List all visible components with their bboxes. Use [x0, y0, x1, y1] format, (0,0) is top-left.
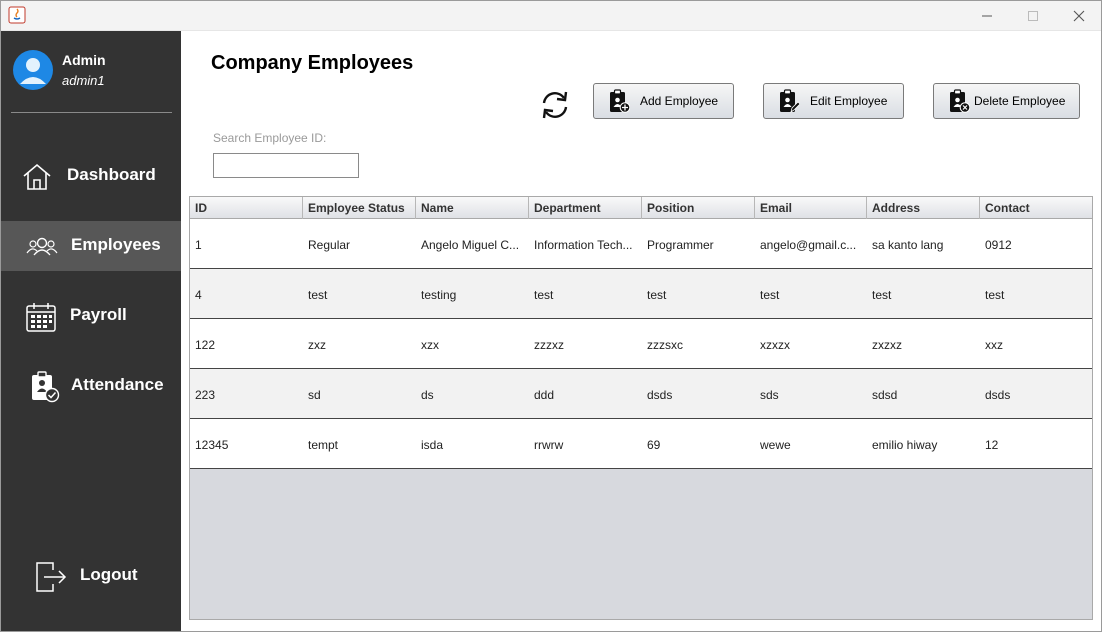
add-employee-button[interactable]: Add Employee — [593, 83, 734, 119]
search-input[interactable] — [213, 153, 359, 178]
table-header: ID Employee Status Name Department Posit… — [190, 197, 1092, 219]
delete-employee-label: Delete Employee — [974, 94, 1066, 108]
sidebar-item-dashboard[interactable]: Dashboard — [1, 151, 181, 201]
table-cell[interactable]: isda — [416, 419, 529, 468]
table-cell[interactable]: zxz — [303, 319, 416, 368]
maximize-button[interactable] — [1010, 0, 1056, 31]
close-icon — [1073, 10, 1085, 21]
table-cell[interactable]: rrwrw — [529, 419, 642, 468]
table-cell[interactable]: zzzxz — [529, 319, 642, 368]
table-row[interactable]: 223 sd ds ddd dsds sds sdsd dsds — [190, 369, 1092, 419]
table-cell[interactable]: sds — [755, 369, 867, 418]
logout-icon — [36, 562, 67, 592]
table-cell[interactable]: tempt — [303, 419, 416, 468]
add-employee-label: Add Employee — [640, 94, 719, 108]
table-cell[interactable]: test — [303, 269, 416, 318]
minimize-icon — [982, 15, 992, 16]
sidebar-item-employees[interactable]: Employees — [1, 221, 181, 271]
table-cell[interactable]: sdsd — [867, 369, 980, 418]
table-row[interactable]: 12345 tempt isda rrwrw 69 wewe emilio hi… — [190, 419, 1092, 469]
table-cell[interactable]: Regular — [303, 219, 416, 268]
employees-table[interactable]: ID Employee Status Name Department Posit… — [189, 196, 1093, 620]
users-icon — [26, 237, 58, 256]
table-row[interactable]: 1 Regular Angelo Miguel C... Information… — [190, 219, 1092, 269]
table-cell[interactable]: angelo@gmail.c... — [755, 219, 867, 268]
table-cell[interactable]: testing — [416, 269, 529, 318]
edit-employee-button[interactable]: Edit Employee — [763, 83, 904, 119]
table-cell[interactable]: 1 — [190, 219, 303, 268]
table-cell[interactable]: test — [529, 269, 642, 318]
table-cell[interactable]: zzzsxc — [642, 319, 755, 368]
sidebar-item-payroll[interactable]: Payroll — [1, 291, 181, 341]
table-cell[interactable]: test — [867, 269, 980, 318]
table-row[interactable]: 122 zxz xzx zzzxz zzzsxc xzxzx zxzxz xxz — [190, 319, 1092, 369]
logout-label: Logout — [80, 565, 138, 584]
table-cell[interactable]: ds — [416, 369, 529, 418]
page-title: Company Employees — [211, 52, 414, 74]
table-cell[interactable]: xxz — [980, 319, 1092, 368]
table-cell[interactable]: Information Tech... — [529, 219, 642, 268]
sidebar: Admin admin1 Dashboard Employees Payroll… — [1, 31, 181, 631]
table-cell[interactable]: sd — [303, 369, 416, 418]
column-header-address[interactable]: Address — [867, 197, 980, 219]
column-header-department[interactable]: Department — [529, 197, 642, 219]
column-header-contact[interactable]: Contact — [980, 197, 1092, 219]
window-title-bar — [0, 0, 1102, 31]
home-icon — [23, 163, 51, 190]
refresh-icon[interactable] — [538, 88, 572, 122]
calendar-icon — [26, 303, 56, 332]
table-cell[interactable]: dsds — [642, 369, 755, 418]
avatar — [13, 50, 53, 90]
logout-button[interactable]: Logout — [1, 551, 181, 601]
table-cell[interactable]: 12345 — [190, 419, 303, 468]
table-body: 1 Regular Angelo Miguel C... Information… — [190, 219, 1092, 469]
delete-employee-button[interactable]: Delete Employee — [933, 83, 1080, 119]
table-cell[interactable]: Angelo Miguel C... — [416, 219, 529, 268]
table-cell[interactable]: xzx — [416, 319, 529, 368]
table-cell[interactable]: Programmer — [642, 219, 755, 268]
table-cell[interactable]: 12 — [980, 419, 1092, 468]
column-header-name[interactable]: Name — [416, 197, 529, 219]
sidebar-item-label: Attendance — [71, 375, 164, 394]
java-icon — [8, 6, 26, 24]
minimize-button[interactable] — [964, 0, 1010, 31]
column-header-status[interactable]: Employee Status — [303, 197, 416, 219]
table-row[interactable]: 4 test testing test test test test test — [190, 269, 1092, 319]
user-username: admin1 — [62, 73, 105, 88]
column-header-id[interactable]: ID — [190, 197, 303, 219]
search-label: Search Employee ID: — [213, 131, 327, 145]
table-cell[interactable]: sa kanto lang — [867, 219, 980, 268]
edit-employee-label: Edit Employee — [810, 94, 888, 108]
table-cell[interactable]: emilio hiway — [867, 419, 980, 468]
table-cell[interactable]: xzxzx — [755, 319, 867, 368]
sidebar-item-label: Employees — [71, 235, 161, 254]
column-header-email[interactable]: Email — [755, 197, 867, 219]
table-cell[interactable]: wewe — [755, 419, 867, 468]
sidebar-divider — [11, 112, 172, 113]
table-cell[interactable]: dsds — [980, 369, 1092, 418]
close-button[interactable] — [1056, 0, 1102, 31]
table-cell[interactable]: test — [755, 269, 867, 318]
table-cell[interactable]: 69 — [642, 419, 755, 468]
sidebar-item-label: Payroll — [70, 305, 127, 324]
delete-user-icon — [950, 89, 970, 113]
table-cell[interactable]: zxzxz — [867, 319, 980, 368]
maximize-icon — [1028, 10, 1038, 21]
user-name: Admin — [62, 52, 106, 68]
table-cell[interactable]: 122 — [190, 319, 303, 368]
edit-user-icon — [780, 89, 800, 113]
table-cell[interactable]: test — [642, 269, 755, 318]
column-header-position[interactable]: Position — [642, 197, 755, 219]
table-cell[interactable]: 223 — [190, 369, 303, 418]
table-cell[interactable]: 0912 — [980, 219, 1092, 268]
sidebar-item-label: Dashboard — [67, 165, 156, 184]
sidebar-item-attendance[interactable]: Attendance — [1, 361, 181, 411]
table-cell[interactable]: test — [980, 269, 1092, 318]
main-content: Company Employees Add Employee Edit Empl… — [181, 31, 1101, 631]
table-cell[interactable]: ddd — [529, 369, 642, 418]
table-cell[interactable]: 4 — [190, 269, 303, 318]
badge-check-icon — [32, 371, 60, 403]
add-user-icon — [610, 89, 630, 113]
